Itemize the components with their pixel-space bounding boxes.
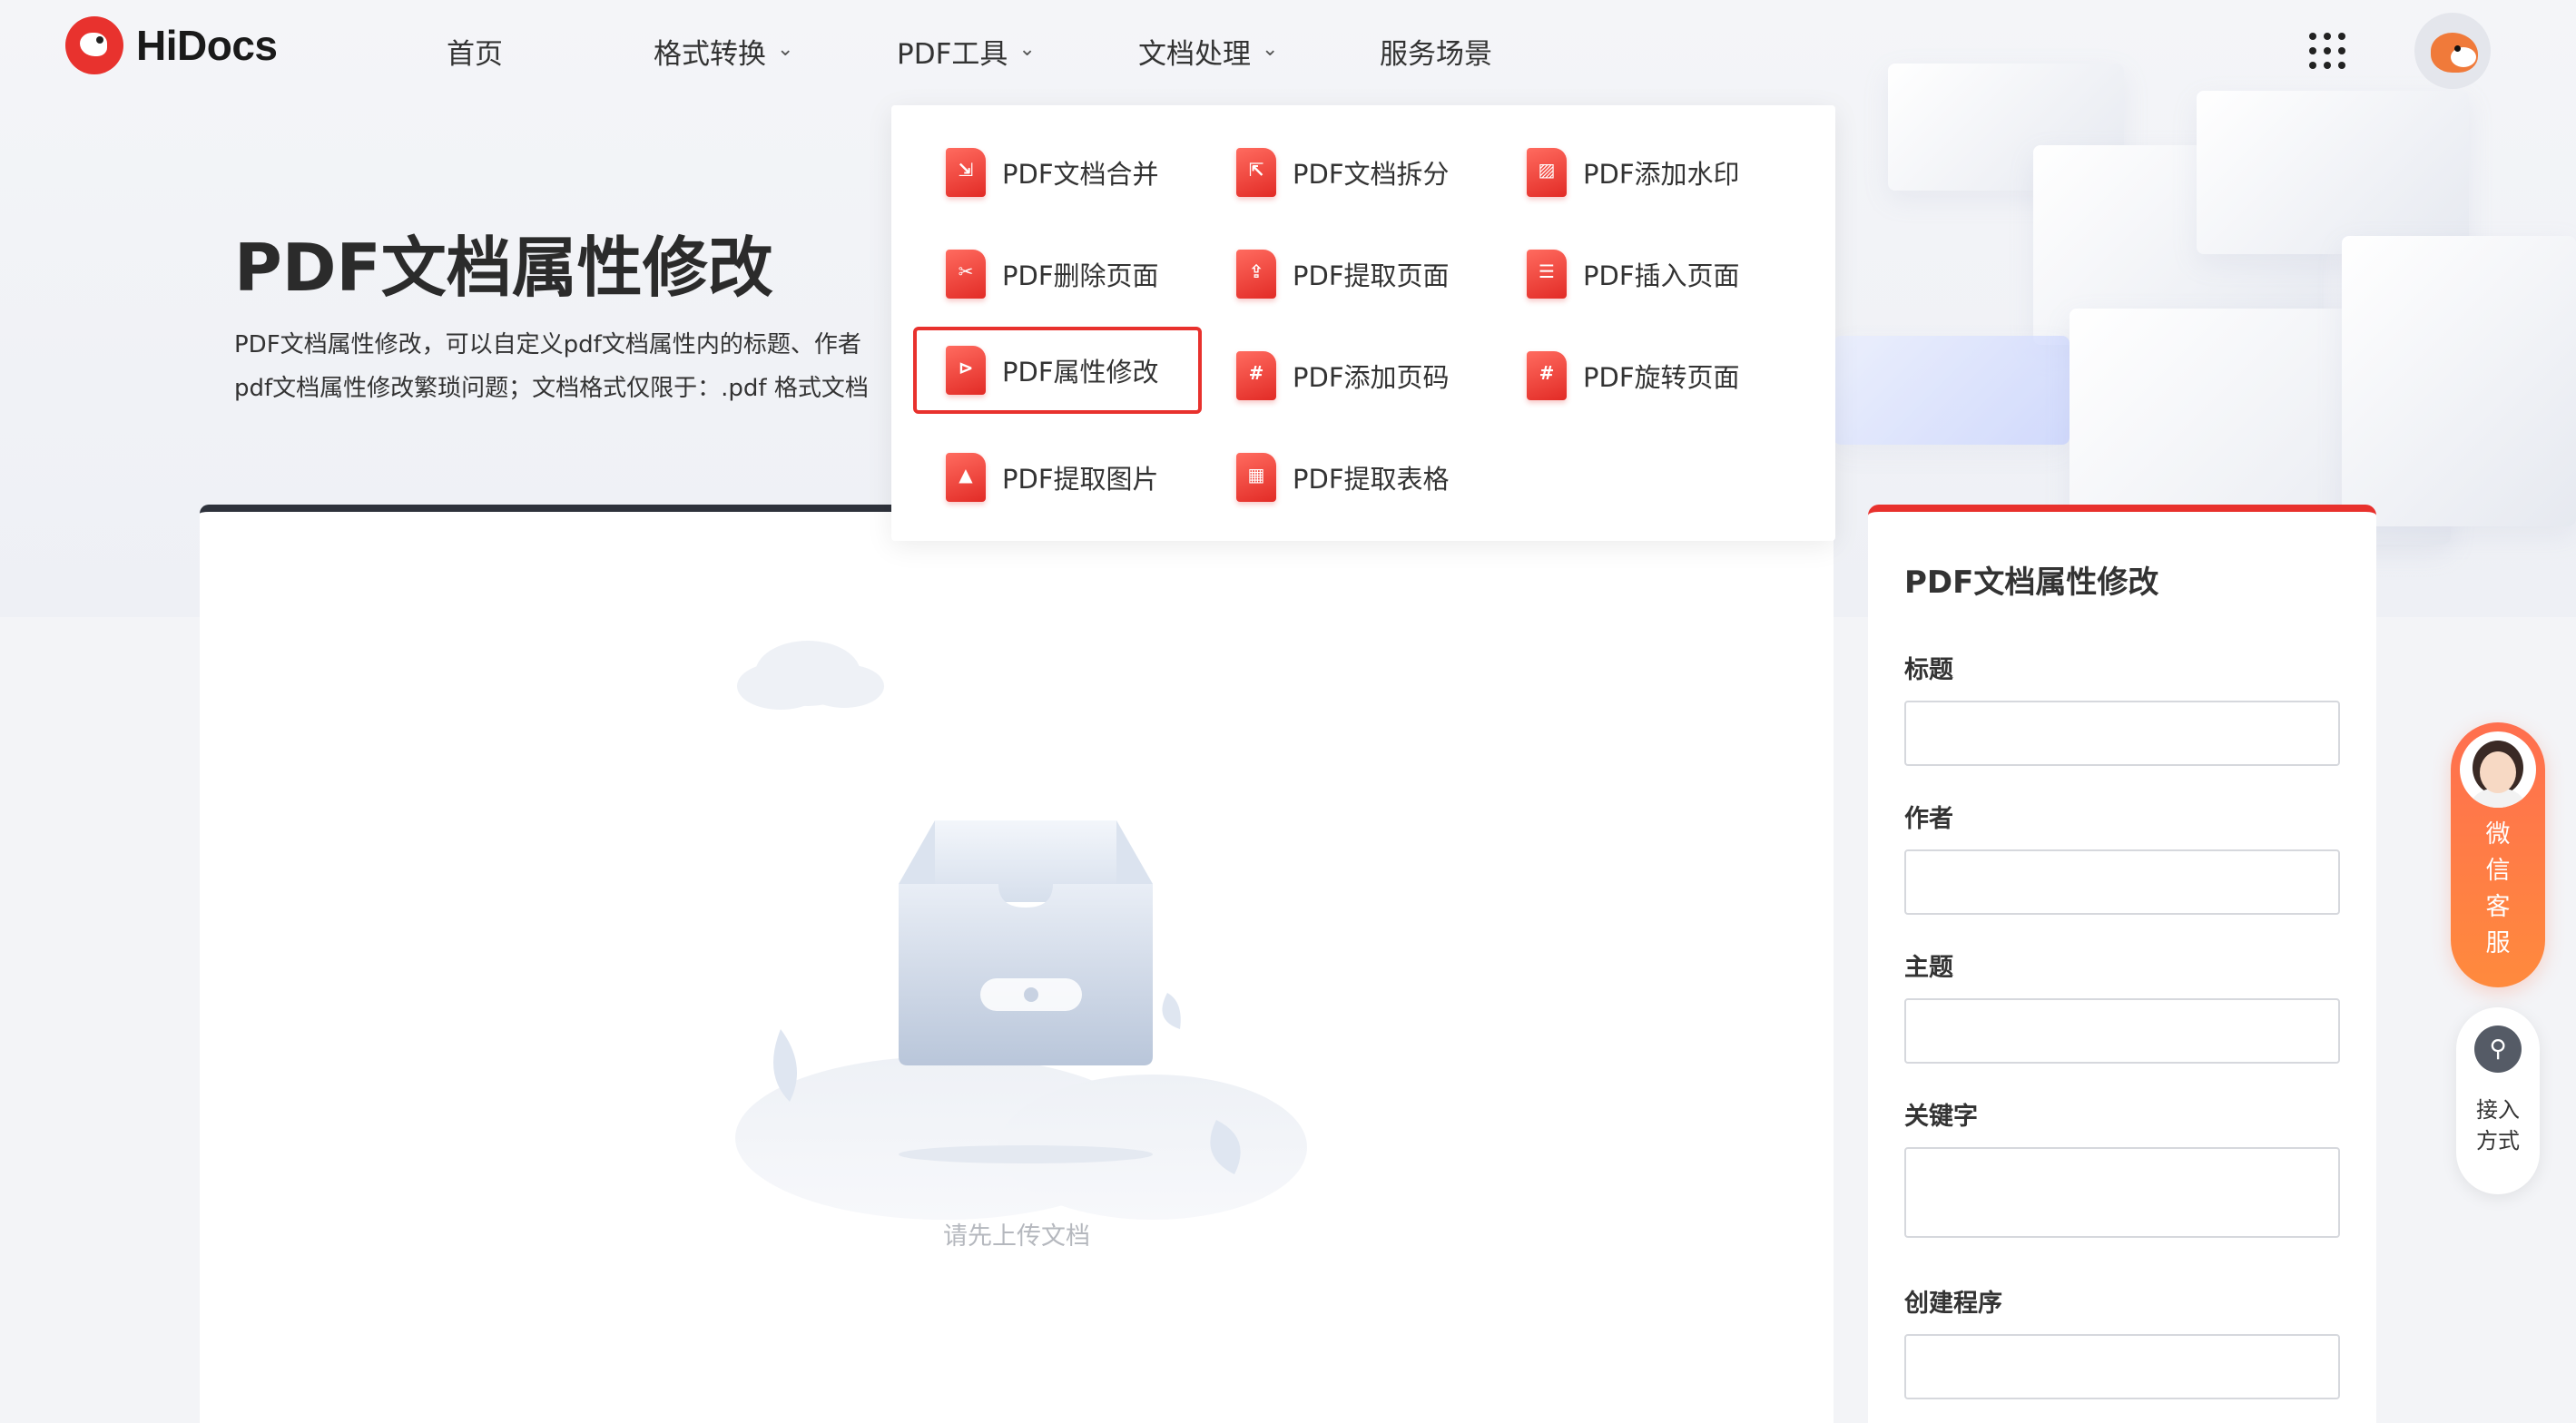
properties-form-panel: PDF文档属性修改 标题 作者 主题 关键字 创建程序 (1868, 505, 2376, 1423)
creator-field[interactable] (1904, 1334, 2340, 1399)
integration-method-label: 接入 方式 (2476, 1097, 2520, 1153)
menu-item-label: PDF属性修改 (1002, 357, 1159, 388)
nav-doc-processing[interactable]: 文档处理 ⌄ (1138, 27, 1278, 74)
menu-item-label: PDF提取页面 (1293, 260, 1450, 291)
menu-item-label: PDF旋转页面 (1583, 362, 1740, 393)
top-nav: HiDocs 首页 格式转换 ⌄ PDF工具 ⌄ 文档处理 ⌄ 服务场景 (0, 0, 2576, 102)
nav-doc-processing-label: 文档处理 (1138, 37, 1251, 71)
menu-item-label: PDF提取表格 (1293, 464, 1450, 495)
subject-field[interactable] (1904, 998, 2340, 1064)
page-description: PDF文档属性修改，可以自定义pdf文档属性内的标题、作者 pdf文档属性修改繁… (234, 323, 906, 410)
menu-item-label: PDF提取图片 (1002, 464, 1159, 495)
wechat-service-label: 微 信 客 服 (2485, 820, 2511, 957)
pdf-tools-dropdown: ⇲ PDF文档合并 ⇱ PDF文档拆分 ▨ PDF添加水印 ✂ PDF删除页面 … (891, 105, 1835, 541)
wechat-service-button[interactable]: 微 信 客 服 (2451, 722, 2545, 987)
menu-item-label: PDF文档拆分 (1293, 159, 1450, 190)
menu-item-pdf-properties[interactable]: ⊳ PDF属性修改 (913, 327, 1202, 414)
creator-field-label: 创建程序 (1904, 1290, 2002, 1318)
insert-page-icon: ☰ (1527, 250, 1567, 299)
merge-icon: ⇲ (946, 148, 986, 197)
nav-service-scenarios[interactable]: 服务场景 (1380, 27, 1492, 74)
menu-item-label: PDF插入页面 (1583, 260, 1740, 291)
nav-home-label: 首页 (447, 37, 503, 71)
chevron-down-icon: ⌄ (1262, 37, 1279, 61)
split-icon: ⇱ (1236, 148, 1276, 197)
nav-home[interactable]: 首页 (447, 27, 503, 74)
properties-icon: ⊳ (946, 346, 986, 395)
menu-item-label: PDF添加页码 (1293, 362, 1450, 393)
logo-fox-icon (65, 16, 123, 74)
menu-item-label: PDF添加水印 (1583, 159, 1740, 190)
author-field-label: 作者 (1904, 805, 1953, 833)
form-title: PDF文档属性修改 (1904, 564, 2159, 601)
menu-item-pdf-delete-page[interactable]: ✂ PDF删除页面 (913, 231, 1202, 318)
link-icon: ⚲ (2474, 1026, 2522, 1073)
keywords-field[interactable] (1904, 1147, 2340, 1238)
nav-format-conversion-label: 格式转换 (654, 37, 766, 71)
menu-item-pdf-split[interactable]: ⇱ PDF文档拆分 (1204, 129, 1492, 216)
logo[interactable]: HiDocs (65, 16, 278, 74)
nav-pdf-tools[interactable]: PDF工具 ⌄ (897, 27, 1036, 74)
menu-item-pdf-rotate-page[interactable]: # PDF旋转页面 (1494, 332, 1783, 419)
extract-page-icon: ⇪ (1236, 250, 1276, 299)
extract-image-icon: ▲ (946, 453, 986, 502)
menu-item-pdf-merge[interactable]: ⇲ PDF文档合并 (913, 129, 1202, 216)
title-field-label: 标题 (1904, 656, 1953, 684)
keywords-field-label: 关键字 (1904, 1103, 1978, 1131)
chevron-down-icon: ⌄ (777, 37, 794, 61)
menu-item-pdf-extract-tables[interactable]: ▦ PDF提取表格 (1204, 434, 1492, 521)
watermark-icon: ▨ (1527, 148, 1567, 197)
menu-item-pdf-extract-page[interactable]: ⇪ PDF提取页面 (1204, 231, 1492, 318)
rotate-page-icon: # (1527, 351, 1567, 400)
logo-text: HiDocs (136, 22, 278, 69)
menu-item-pdf-extract-images[interactable]: ▲ PDF提取图片 (913, 434, 1202, 521)
page-number-icon: # (1236, 351, 1276, 400)
menu-item-label: PDF删除页面 (1002, 260, 1159, 291)
chevron-down-icon: ⌄ (1018, 37, 1036, 61)
title-field[interactable] (1904, 701, 2340, 766)
page-description-line-1: PDF文档属性修改，可以自定义pdf文档属性内的标题、作者 (234, 331, 861, 358)
empty-state-text: 请先上传文档 (943, 1222, 1090, 1251)
page-title: PDF文档属性修改 (234, 230, 773, 306)
author-field[interactable] (1904, 849, 2340, 915)
empty-box-illustration (735, 641, 1307, 1220)
subject-field-label: 主题 (1904, 954, 1953, 982)
nav-pdf-tools-label: PDF工具 (897, 37, 1008, 71)
nav-format-conversion[interactable]: 格式转换 ⌄ (654, 27, 793, 74)
extract-table-icon: ▦ (1236, 453, 1276, 502)
support-agent-icon (2460, 731, 2536, 808)
integration-method-button[interactable]: ⚲ 接入 方式 (2456, 1007, 2540, 1194)
menu-item-label: PDF文档合并 (1002, 159, 1159, 190)
nav-service-scenarios-label: 服务场景 (1380, 37, 1492, 71)
menu-item-pdf-insert-page[interactable]: ☰ PDF插入页面 (1494, 231, 1783, 318)
upload-panel[interactable]: 请先上传文档 (200, 505, 1834, 1423)
user-avatar[interactable] (2414, 13, 2491, 89)
apps-grid-icon[interactable] (2309, 33, 2345, 69)
menu-item-pdf-page-numbers[interactable]: # PDF添加页码 (1204, 332, 1492, 419)
delete-page-icon: ✂ (946, 250, 986, 299)
page-description-line-2: pdf文档属性修改繁琐问题；文档格式仅限于：.pdf 格式文档 (234, 375, 869, 402)
menu-item-pdf-watermark[interactable]: ▨ PDF添加水印 (1494, 129, 1783, 216)
